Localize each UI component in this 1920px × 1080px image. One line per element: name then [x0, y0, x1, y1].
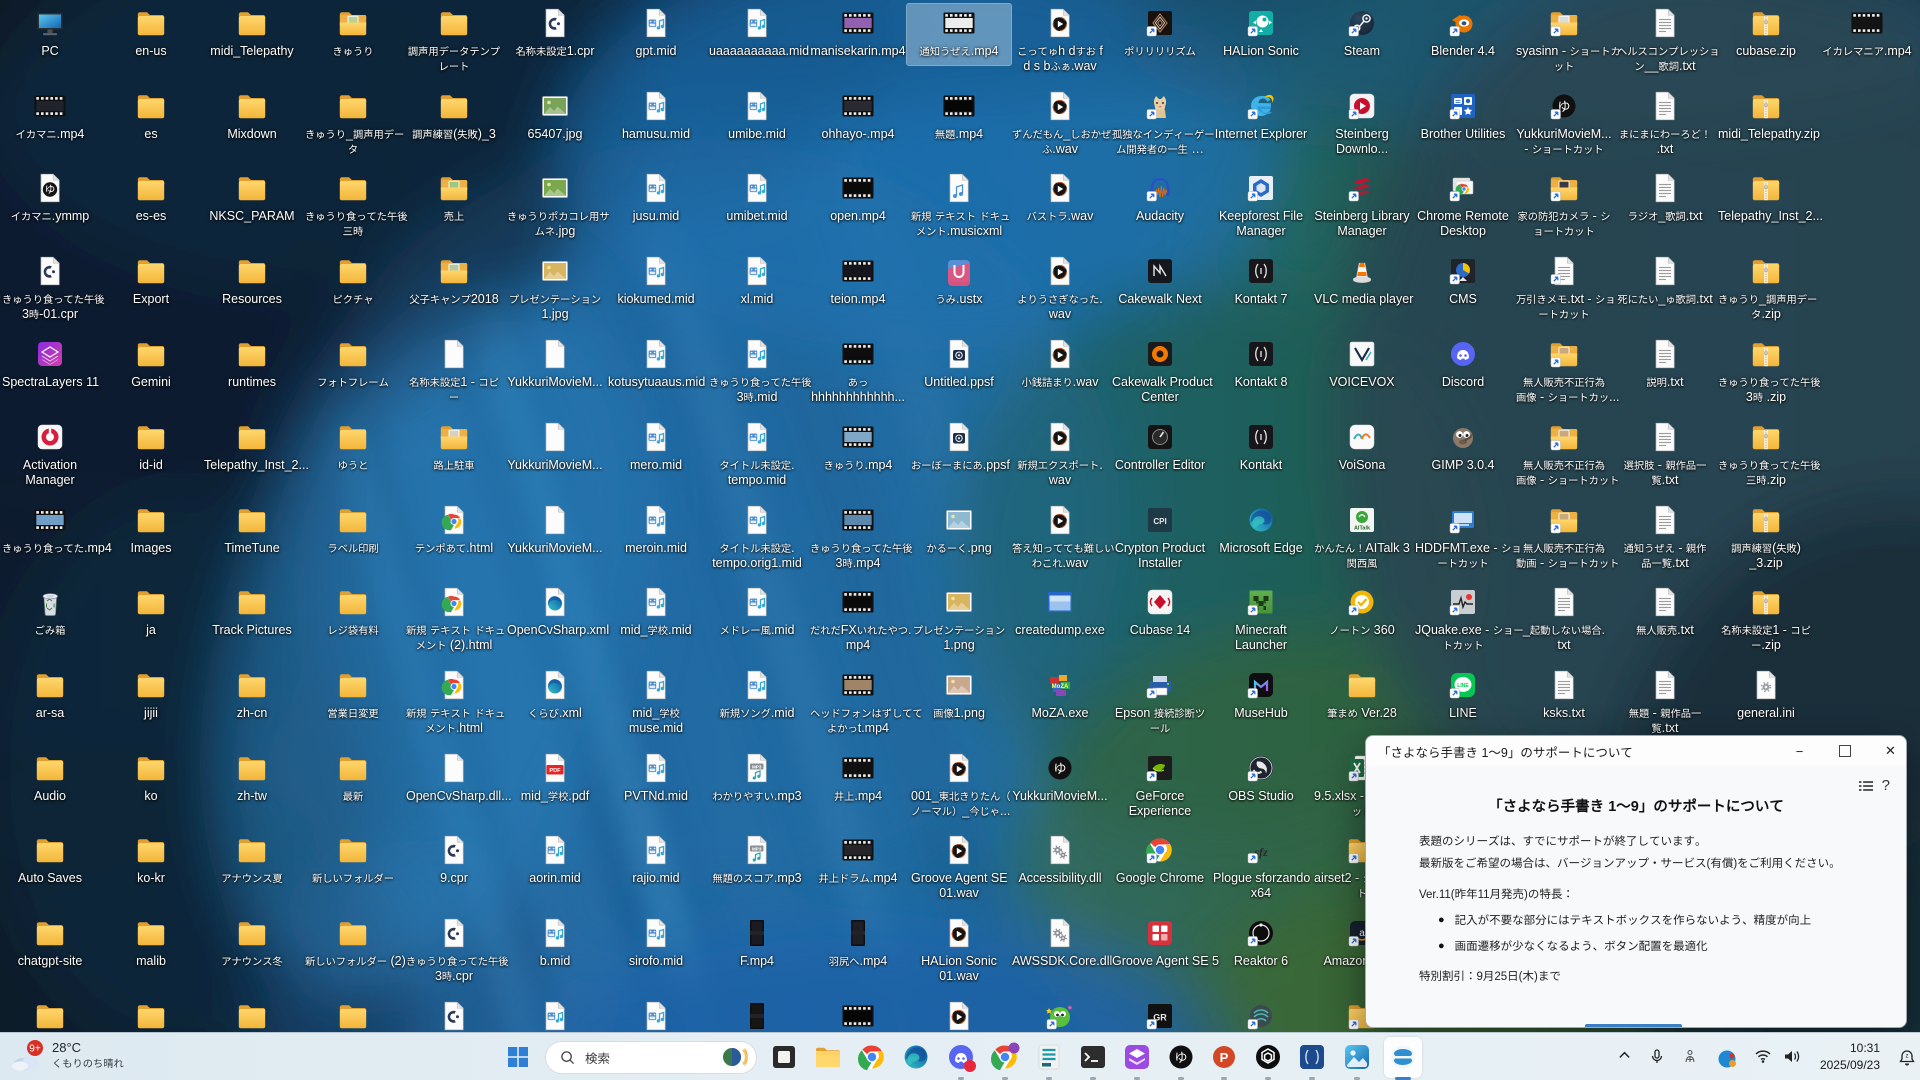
svg-text:ゆ: ゆ: [1174, 1047, 1187, 1066]
svg-text:P: P: [1220, 1050, 1229, 1065]
svg-text:9+: 9+: [29, 1044, 41, 1055]
svg-text:z: z: [1906, 1054, 1909, 1060]
